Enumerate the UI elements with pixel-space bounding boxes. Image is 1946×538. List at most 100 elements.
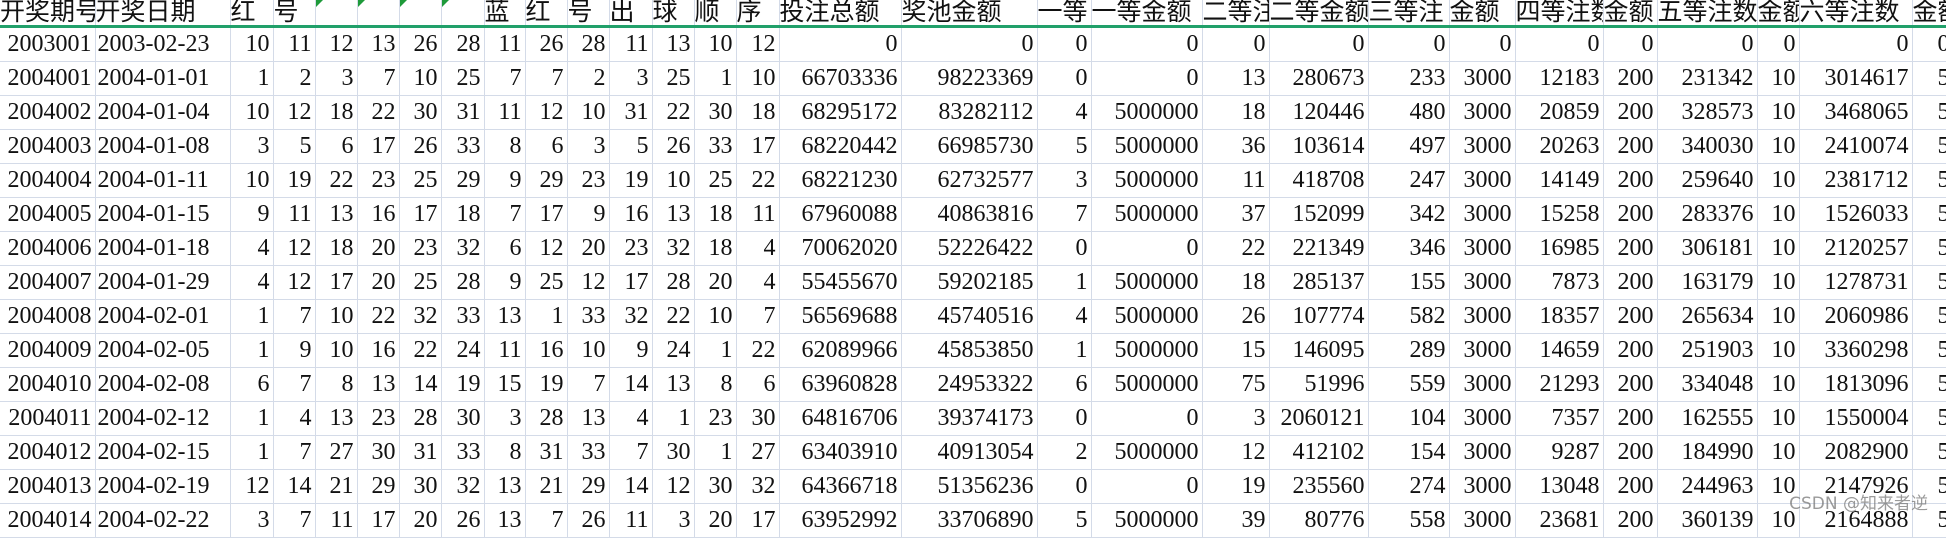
column-header[interactable]: 三等注 [1368, 0, 1450, 28]
table-cell[interactable]: 5000000 [1091, 197, 1203, 232]
table-cell[interactable]: 27 [315, 435, 358, 470]
table-cell[interactable]: 7 [484, 197, 526, 232]
table-cell[interactable]: 70062020 [779, 231, 902, 266]
table-cell[interactable]: 17 [357, 503, 400, 538]
table-cell[interactable]: 26 [441, 503, 485, 538]
table-cell[interactable]: 62089966 [779, 333, 902, 368]
table-cell[interactable]: 19 [273, 163, 316, 198]
table-cell[interactable]: 18 [1202, 95, 1270, 130]
table-cell[interactable]: 63960828 [779, 367, 902, 402]
table-cell[interactable]: 13 [484, 469, 526, 504]
table-cell[interactable]: 20 [567, 231, 610, 266]
table-cell[interactable]: 2004-02-05 [95, 333, 231, 368]
table-cell[interactable]: 10 [1757, 299, 1800, 334]
table-cell[interactable]: 2004005 [0, 197, 96, 232]
table-cell[interactable]: 4 [609, 401, 653, 436]
table-cell[interactable]: 235560 [1269, 469, 1369, 504]
table-cell[interactable]: 2004-01-15 [95, 197, 231, 232]
table-cell[interactable]: 10 [315, 333, 358, 368]
table-cell[interactable]: 1 [652, 401, 695, 436]
table-cell[interactable]: 28 [652, 265, 695, 300]
table-cell[interactable]: 18 [1202, 265, 1270, 300]
table-cell[interactable]: 0 [1091, 26, 1203, 62]
table-cell[interactable]: 2004010 [0, 367, 96, 402]
table-cell[interactable]: 5 [1912, 163, 1946, 198]
table-cell[interactable]: 25 [441, 61, 485, 96]
table-cell[interactable]: 5 [609, 129, 653, 164]
table-cell[interactable]: 11 [609, 26, 653, 62]
table-cell[interactable]: 2082900 [1799, 435, 1913, 470]
table-cell[interactable]: 3000 [1449, 129, 1516, 164]
table-cell[interactable]: 22 [652, 299, 695, 334]
table-cell[interactable]: 200 [1603, 265, 1658, 300]
table-cell[interactable]: 12 [652, 469, 695, 504]
table-cell[interactable]: 1278731 [1799, 265, 1913, 300]
table-cell[interactable]: 10 [1757, 129, 1800, 164]
table-cell[interactable]: 5000000 [1091, 435, 1203, 470]
table-cell[interactable]: 10 [1757, 95, 1800, 130]
table-cell[interactable]: 1 [230, 61, 274, 96]
table-cell[interactable]: 334048 [1657, 367, 1758, 402]
table-cell[interactable]: 17 [399, 197, 442, 232]
table-cell[interactable]: 33 [694, 129, 737, 164]
table-cell[interactable]: 32 [736, 469, 780, 504]
table-cell[interactable]: 306181 [1657, 231, 1758, 266]
table-cell[interactable]: 18 [315, 231, 358, 266]
table-cell[interactable]: 28 [567, 26, 610, 62]
table-cell[interactable]: 19 [609, 163, 653, 198]
table-cell[interactable]: 2004-02-12 [95, 401, 231, 436]
table-cell[interactable]: 2004013 [0, 469, 96, 504]
table-cell[interactable]: 22 [1202, 231, 1270, 266]
table-cell[interactable]: 9287 [1515, 435, 1604, 470]
table-cell[interactable]: 162555 [1657, 401, 1758, 436]
table-cell[interactable]: 3000 [1449, 503, 1516, 538]
table-cell[interactable]: 68295172 [779, 95, 902, 130]
table-cell[interactable]: 0 [1037, 61, 1092, 96]
table-cell[interactable]: 346 [1368, 231, 1450, 266]
table-cell[interactable]: 10 [694, 299, 737, 334]
table-cell[interactable]: 3 [484, 401, 526, 436]
table-cell[interactable]: 13 [567, 401, 610, 436]
table-cell[interactable]: 7 [273, 367, 316, 402]
table-cell[interactable]: 26 [399, 26, 442, 62]
table-cell[interactable]: 5 [1912, 367, 1946, 402]
table-cell[interactable]: 231342 [1657, 61, 1758, 96]
table-cell[interactable]: 104 [1368, 401, 1450, 436]
table-cell[interactable]: 18357 [1515, 299, 1604, 334]
table-cell[interactable]: 2004-01-29 [95, 265, 231, 300]
table-cell[interactable]: 24953322 [901, 367, 1038, 402]
table-cell[interactable]: 4 [230, 265, 274, 300]
table-cell[interactable]: 10 [567, 333, 610, 368]
table-cell[interactable]: 25 [694, 163, 737, 198]
table-cell[interactable]: 20 [357, 265, 400, 300]
column-header[interactable]: 金额 [1912, 0, 1946, 28]
table-cell[interactable]: 31 [399, 435, 442, 470]
table-cell[interactable]: 12 [525, 231, 568, 266]
column-header[interactable]: 号 [567, 0, 610, 28]
table-cell[interactable]: 20 [694, 265, 737, 300]
column-header[interactable] [399, 0, 442, 28]
table-cell[interactable]: 3000 [1449, 163, 1516, 198]
table-cell[interactable]: 2004-01-01 [95, 61, 231, 96]
table-cell[interactable]: 23 [357, 163, 400, 198]
table-cell[interactable]: 26 [652, 129, 695, 164]
table-cell[interactable]: 3 [1202, 401, 1270, 436]
table-cell[interactable]: 3000 [1449, 95, 1516, 130]
table-cell[interactable]: 10 [1757, 435, 1800, 470]
table-cell[interactable]: 13048 [1515, 469, 1604, 504]
table-cell[interactable]: 17 [525, 197, 568, 232]
table-cell[interactable]: 5000000 [1091, 129, 1203, 164]
table-cell[interactable]: 0 [1368, 26, 1450, 62]
table-cell[interactable]: 33 [441, 299, 485, 334]
table-cell[interactable]: 11 [273, 26, 316, 62]
table-cell[interactable]: 0 [1091, 61, 1203, 96]
table-cell[interactable]: 51996 [1269, 367, 1369, 402]
table-cell[interactable]: 200 [1603, 435, 1658, 470]
table-cell[interactable]: 15 [484, 367, 526, 402]
table-cell[interactable]: 11 [609, 503, 653, 538]
table-cell[interactable]: 12 [230, 469, 274, 504]
table-cell[interactable]: 33 [441, 435, 485, 470]
table-cell[interactable]: 200 [1603, 367, 1658, 402]
table-cell[interactable]: 10 [230, 163, 274, 198]
table-cell[interactable]: 83282112 [901, 95, 1038, 130]
